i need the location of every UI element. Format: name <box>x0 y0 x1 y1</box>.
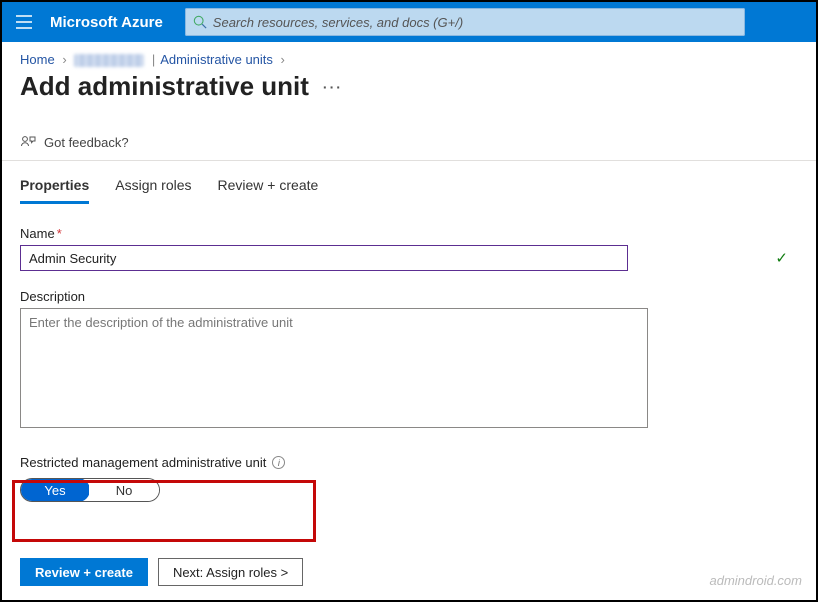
restricted-label: Restricted management administrative uni… <box>20 455 266 470</box>
required-indicator: * <box>57 226 62 241</box>
breadcrumb-admin-units[interactable]: Administrative units <box>160 52 273 67</box>
hamburger-icon[interactable] <box>12 10 36 34</box>
name-input[interactable] <box>20 245 628 271</box>
review-create-button[interactable]: Review + create <box>20 558 148 586</box>
breadcrumb-home[interactable]: Home <box>20 52 55 67</box>
feedback-label: Got feedback? <box>44 135 129 150</box>
toggle-yes[interactable]: Yes <box>20 478 90 502</box>
top-bar: Microsoft Azure <box>2 2 816 42</box>
feedback-icon <box>20 134 36 150</box>
chevron-right-icon: › <box>62 52 66 67</box>
tab-properties[interactable]: Properties <box>20 177 89 204</box>
chevron-right-icon: › <box>281 52 285 67</box>
info-icon[interactable]: i <box>272 456 285 469</box>
more-actions-icon[interactable]: ··· <box>323 79 343 95</box>
breadcrumb-tenant-redacted <box>74 54 144 67</box>
toggle-no[interactable]: No <box>89 479 159 501</box>
bottom-action-bar: Review + create Next: Assign roles > <box>20 558 303 586</box>
search-input[interactable] <box>213 15 737 30</box>
description-label: Description <box>20 289 798 304</box>
search-box[interactable] <box>185 8 745 36</box>
form-area: Name* ✓ Description <box>2 204 816 441</box>
page-title-row: Add administrative unit ··· <box>2 69 816 114</box>
tab-bar: Properties Assign roles Review + create <box>2 161 816 204</box>
name-label: Name* <box>20 226 798 241</box>
pipe-separator: | <box>152 52 155 67</box>
breadcrumb: Home › | Administrative units › <box>2 42 816 69</box>
restricted-toggle[interactable]: Yes No <box>20 478 160 502</box>
next-assign-roles-button[interactable]: Next: Assign roles > <box>158 558 303 586</box>
brand-label: Microsoft Azure <box>50 14 163 31</box>
watermark: admindroid.com <box>710 573 803 588</box>
restricted-management-block: Restricted management administrative uni… <box>20 455 816 502</box>
feedback-link[interactable]: Got feedback? <box>2 114 816 161</box>
page-title: Add administrative unit <box>20 71 309 102</box>
tab-review-create[interactable]: Review + create <box>218 177 319 204</box>
tab-assign-roles[interactable]: Assign roles <box>115 177 191 204</box>
description-input[interactable] <box>20 308 648 428</box>
search-icon <box>193 15 207 29</box>
valid-check-icon: ✓ <box>775 249 788 267</box>
